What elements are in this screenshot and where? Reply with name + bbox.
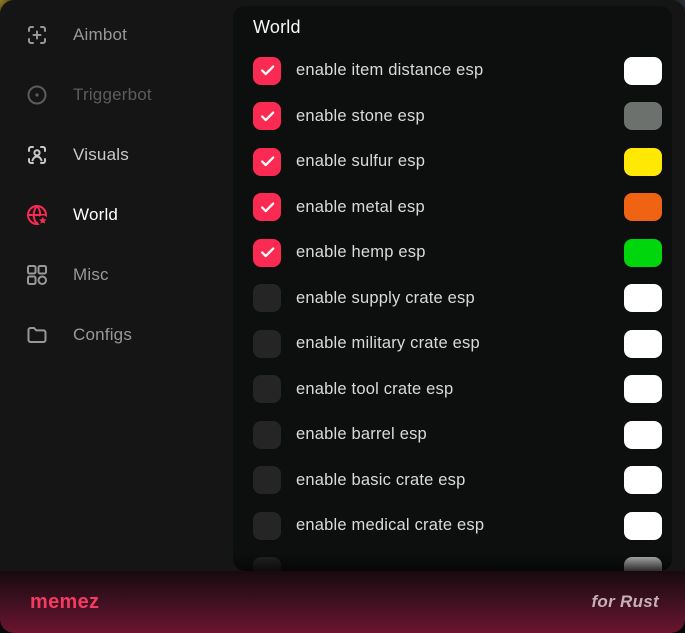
sidebar-item-configs[interactable]: Configs <box>0 305 233 365</box>
option-label: enable barrel esp <box>296 425 427 444</box>
configs-icon <box>25 323 49 347</box>
checkbox-checked[interactable] <box>253 57 281 85</box>
sidebar-item-misc[interactable]: Misc <box>0 245 233 305</box>
option-row: enable barrel esp <box>253 412 662 458</box>
color-swatch[interactable] <box>624 557 662 571</box>
world-icon <box>25 203 49 227</box>
color-swatch[interactable] <box>624 512 662 540</box>
option-row: enable basic crate esp <box>253 458 662 504</box>
color-swatch[interactable] <box>624 148 662 176</box>
option-label: enable basic crate esp <box>296 471 466 490</box>
checkbox-checked[interactable] <box>253 102 281 130</box>
color-swatch[interactable] <box>624 102 662 130</box>
option-label: enable sulfur esp <box>296 152 425 171</box>
visuals-icon <box>25 143 49 167</box>
checkbox-unchecked[interactable] <box>253 330 281 358</box>
cheat-menu-window: Aimbot Triggerbot Visuals World Misc Con… <box>0 0 685 633</box>
color-swatch[interactable] <box>624 57 662 85</box>
option-label: enable medical crate esp <box>296 516 484 535</box>
option-row: enable metal esp <box>253 185 662 231</box>
option-label: enable metal esp <box>296 198 425 217</box>
sidebar-item-label: Triggerbot <box>73 85 152 105</box>
option-label: enable supply crate esp <box>296 289 475 308</box>
option-row: enable military crate esp <box>253 321 662 367</box>
option-label: enable military crate esp <box>296 334 480 353</box>
footer-bar: memez for Rust <box>0 571 685 633</box>
option-label: enable tool crate esp <box>296 380 453 399</box>
option-row: enable item distance esp <box>253 48 662 94</box>
color-swatch[interactable] <box>624 421 662 449</box>
option-label: enable stone esp <box>296 107 425 126</box>
sidebar-menu: Aimbot Triggerbot Visuals World Misc Con… <box>0 0 233 571</box>
option-label: enable hemp esp <box>296 243 426 262</box>
aimbot-icon <box>25 23 49 47</box>
sidebar-item-label: Visuals <box>73 145 129 165</box>
checkbox-unchecked[interactable] <box>253 557 281 571</box>
color-swatch[interactable] <box>624 193 662 221</box>
sidebar-item-world[interactable]: World <box>0 185 233 245</box>
color-swatch[interactable] <box>624 284 662 312</box>
option-row: enable supply crate esp <box>253 276 662 322</box>
world-panel: World enable item distance esp enable st… <box>233 6 672 571</box>
sidebar-item-label: Aimbot <box>73 25 127 45</box>
panel-title: World <box>253 14 662 40</box>
checkbox-unchecked[interactable] <box>253 375 281 403</box>
option-row: enable sulfur esp <box>253 139 662 185</box>
misc-icon <box>25 263 49 287</box>
color-swatch[interactable] <box>624 330 662 358</box>
tagline-label: for Rust <box>591 592 659 612</box>
option-row: enable tool crate esp <box>253 367 662 413</box>
option-row: enable hemp esp <box>253 230 662 276</box>
option-row: enable stone esp <box>253 94 662 140</box>
option-row: enable medical crate esp <box>253 503 662 549</box>
option-row <box>253 549 662 572</box>
sidebar-item-label: Configs <box>73 325 132 345</box>
sidebar-item-visuals[interactable]: Visuals <box>0 125 233 185</box>
checkbox-unchecked[interactable] <box>253 421 281 449</box>
sidebar-item-aimbot[interactable]: Aimbot <box>0 5 233 65</box>
checkbox-unchecked[interactable] <box>253 284 281 312</box>
color-swatch[interactable] <box>624 239 662 267</box>
checkbox-unchecked[interactable] <box>253 512 281 540</box>
checkbox-checked[interactable] <box>253 193 281 221</box>
sidebar-item-label: World <box>73 205 118 225</box>
color-swatch[interactable] <box>624 375 662 403</box>
option-label: enable item distance esp <box>296 61 483 80</box>
checkbox-checked[interactable] <box>253 148 281 176</box>
options-list: enable item distance esp enable stone es… <box>253 48 662 571</box>
color-swatch[interactable] <box>624 466 662 494</box>
checkbox-checked[interactable] <box>253 239 281 267</box>
sidebar-item-label: Misc <box>73 265 109 285</box>
checkbox-unchecked[interactable] <box>253 466 281 494</box>
brand-label: memez <box>30 591 99 614</box>
triggerbot-icon <box>25 83 49 107</box>
sidebar-item-triggerbot[interactable]: Triggerbot <box>0 65 233 125</box>
